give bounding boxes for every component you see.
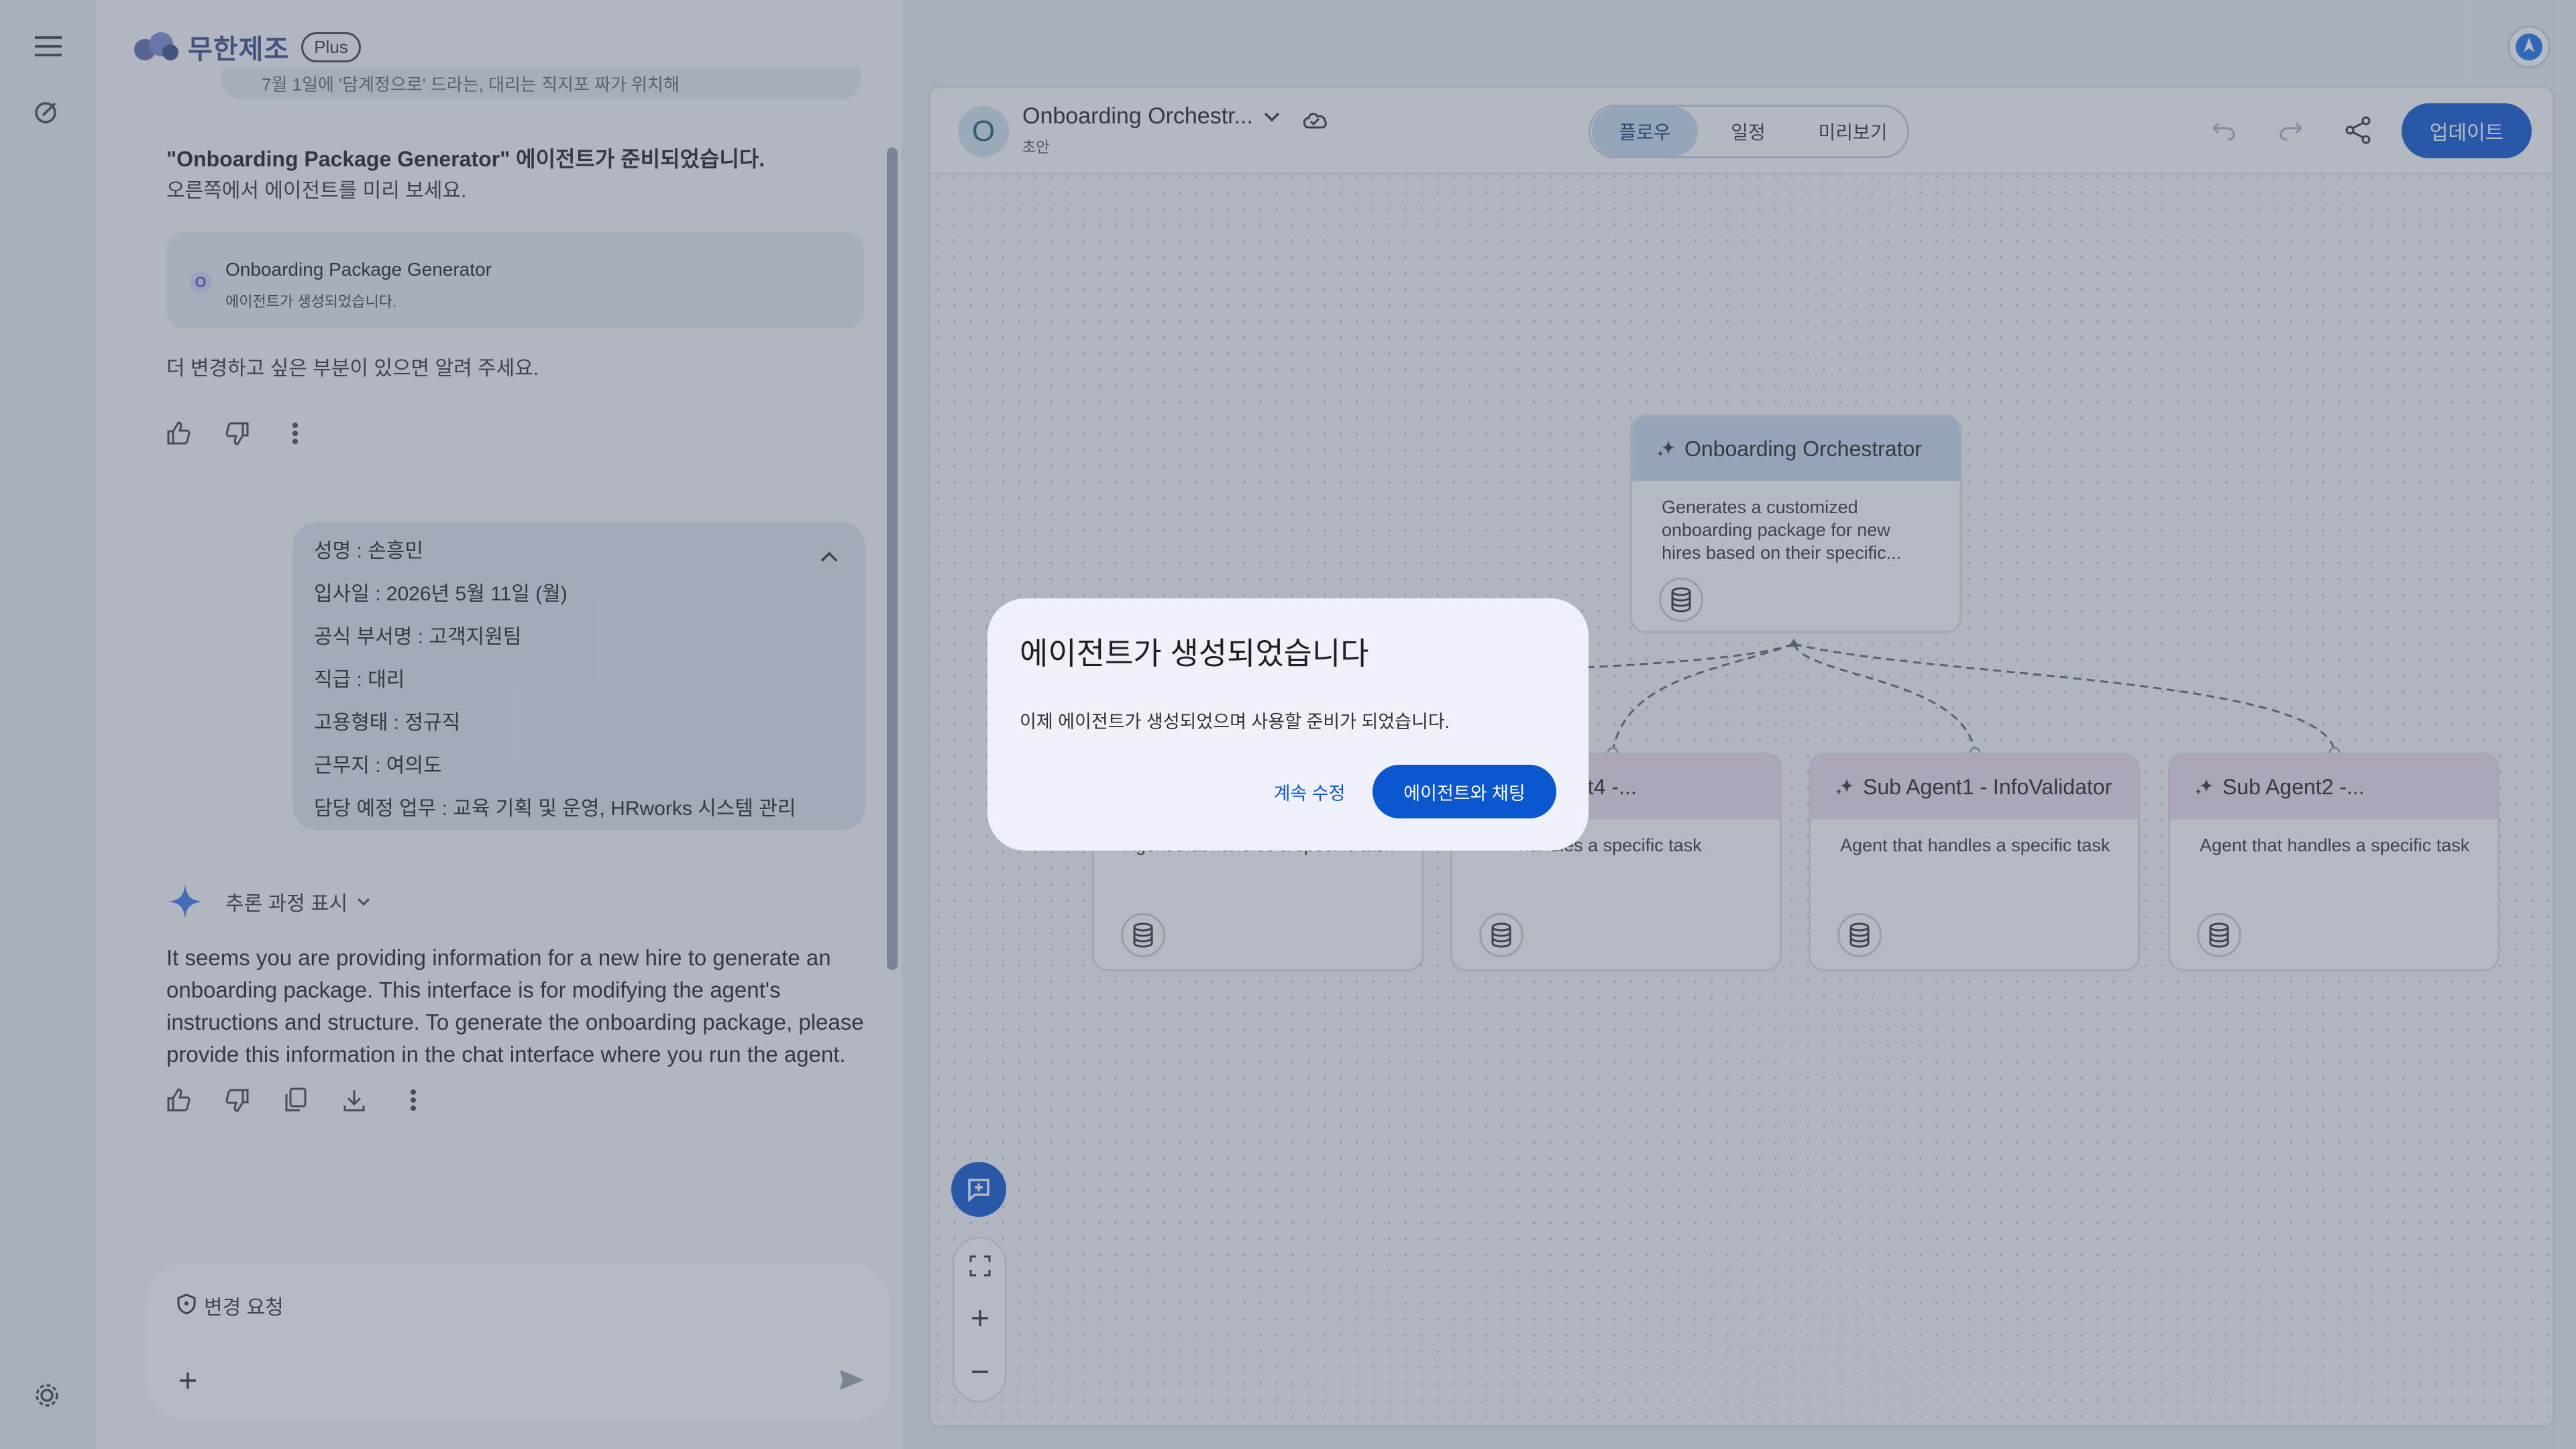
chat-with-agent-button[interactable]: 에이전트와 채팅 xyxy=(1373,765,1556,818)
dialog-body: 이제 에이전트가 생성되었으며 사용할 준비가 되었습니다. xyxy=(1020,712,1450,732)
continue-editing-button[interactable]: 계속 수정 xyxy=(1261,765,1358,818)
dialog-title: 에이전트가 생성되었습니다 xyxy=(1020,636,1369,671)
